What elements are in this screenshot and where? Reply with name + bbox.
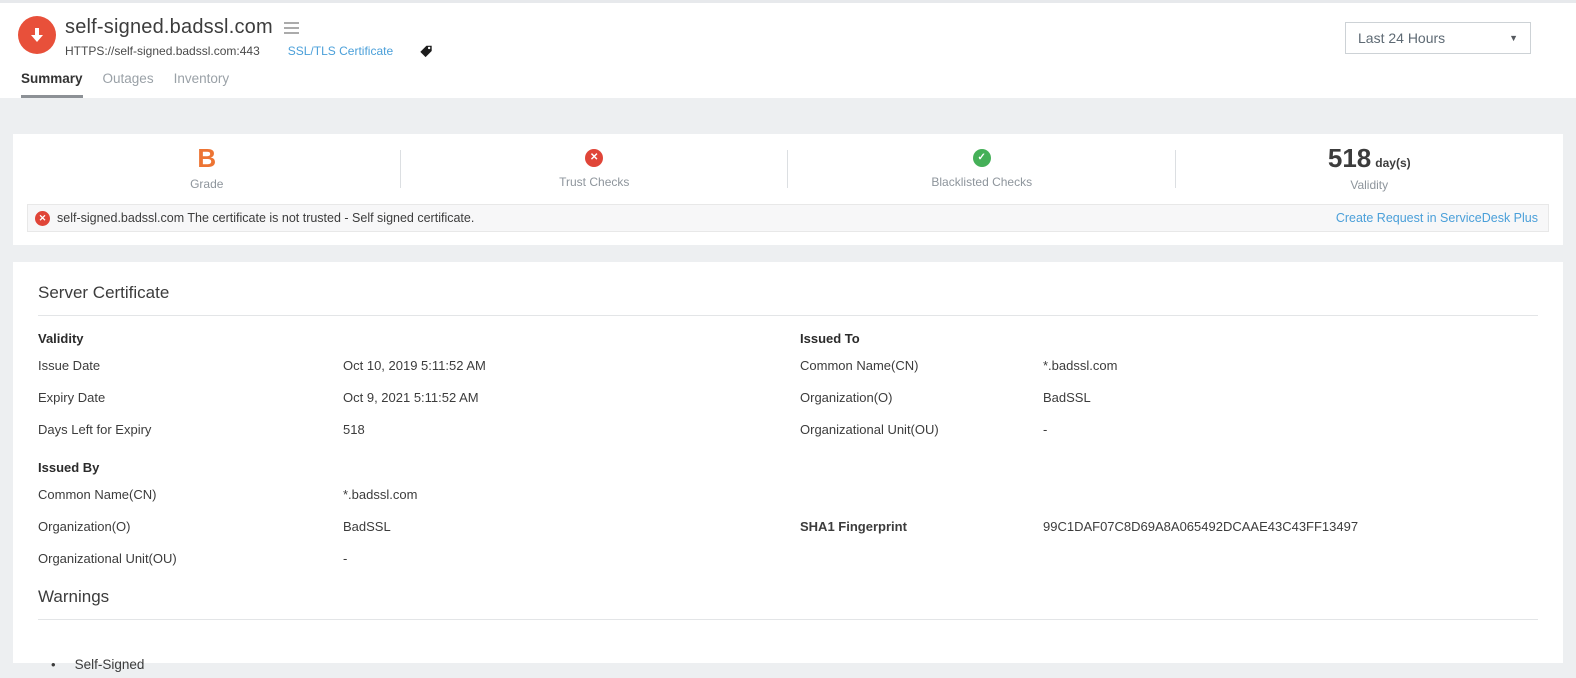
detail-row: Common Name(CN) *.badssl.com [38,478,788,510]
validity-section-title: Validity [38,327,788,349]
tab-summary[interactable]: Summary [21,71,83,98]
detail-label: Issue Date [38,358,343,373]
detail-label: Common Name(CN) [800,358,1043,373]
detail-row: Organization(O) BadSSL [800,381,1538,413]
page-title: self-signed.badssl.com [65,16,273,39]
warning-list-item: • Self-Signed [38,657,1538,672]
detail-value: BadSSL [1043,390,1091,405]
detail-row: Days Left for Expiry 518 [38,413,788,445]
server-certificate-panel: Server Certificate Validity Issue Date O… [13,262,1563,663]
details-right-column: Issued To Common Name(CN) *.badssl.com O… [788,327,1538,574]
warning-text: Self-Signed [75,657,145,672]
sha1-fingerprint-row: SHA1 Fingerprint 99C1DAF07C8D69A8A065492… [800,510,1538,542]
issued-to-section-title: Issued To [800,327,1538,349]
monitor-url: HTTPS://self-signed.badssl.com:443 [65,44,260,58]
validity-label: Validity [1176,178,1564,192]
detail-label: Organization(O) [800,390,1043,405]
monitor-type-link[interactable]: SSL/TLS Certificate [288,44,393,58]
bullet-icon: • [51,657,56,672]
validity-card: 518 day(s) Validity [1176,134,1564,204]
error-circle-icon: ✕ [35,211,50,226]
chevron-down-icon: ▼ [1509,33,1518,43]
down-arrow-icon [28,26,46,44]
time-range-dropdown[interactable]: Last 24 Hours ▼ [1345,22,1531,54]
divider [38,619,1538,620]
check-circle-icon: ✓ [973,149,991,167]
hamburger-menu-icon[interactable] [284,19,299,37]
trust-checks-label: Trust Checks [401,175,789,189]
detail-value: - [343,551,347,566]
validity-value: 518 [1328,143,1371,173]
detail-label: Organizational Unit(OU) [38,551,343,566]
detail-value: - [1043,422,1047,437]
server-certificate-heading: Server Certificate [38,283,1538,303]
trust-checks-card: ✕ Trust Checks [401,134,789,204]
warnings-heading: Warnings [38,587,1538,607]
detail-value: 518 [343,422,365,437]
grade-card: B Grade [13,134,401,204]
tag-icon[interactable] [419,44,433,58]
grade-value: B [13,145,401,171]
time-range-value: Last 24 Hours [1358,30,1445,46]
detail-label: Common Name(CN) [38,487,343,502]
monitor-header: self-signed.badssl.com HTTPS://self-sign… [0,3,1576,98]
summary-cards: B Grade ✕ Trust Checks ✓ Blacklisted Che… [13,134,1563,204]
issued-by-section-title: Issued By [38,456,788,478]
detail-row: Organization(O) BadSSL [38,510,788,542]
detail-label: Organization(O) [38,519,343,534]
detail-value: Oct 10, 2019 5:11:52 AM [343,358,486,373]
alert-message: self-signed.badssl.com The certificate i… [57,211,474,225]
detail-label: Organizational Unit(OU) [800,422,1043,437]
grade-label: Grade [13,177,401,191]
monitor-down-status-icon [18,16,56,54]
detail-row: Organizational Unit(OU) - [800,413,1538,445]
tab-inventory[interactable]: Inventory [174,71,230,98]
validity-unit: day(s) [1375,156,1410,170]
tab-outages[interactable]: Outages [103,71,154,98]
sha1-value: 99C1DAF07C8D69A8A065492DCAAE43C43FF13497 [1043,519,1358,534]
detail-label: Days Left for Expiry [38,422,343,437]
detail-row: Organizational Unit(OU) - [38,542,788,574]
fail-circle-icon: ✕ [585,149,603,167]
tab-bar: Summary Outages Inventory [21,71,229,98]
alert-bar: ✕ self-signed.badssl.com The certificate… [27,204,1549,232]
details-left-column: Validity Issue Date Oct 10, 2019 5:11:52… [38,327,788,574]
create-request-link[interactable]: Create Request in ServiceDesk Plus [1336,211,1538,225]
certificate-details: Validity Issue Date Oct 10, 2019 5:11:52… [38,327,1538,574]
divider [38,315,1538,316]
detail-row: Issue Date Oct 10, 2019 5:11:52 AM [38,349,788,381]
detail-value: *.badssl.com [343,487,417,502]
detail-row: Common Name(CN) *.badssl.com [800,349,1538,381]
detail-value: BadSSL [343,519,391,534]
detail-label: Expiry Date [38,390,343,405]
blacklisted-checks-label: Blacklisted Checks [788,175,1176,189]
detail-value: *.badssl.com [1043,358,1117,373]
blacklisted-checks-card: ✓ Blacklisted Checks [788,134,1176,204]
sha1-label: SHA1 Fingerprint [800,519,1043,534]
detail-value: Oct 9, 2021 5:11:52 AM [343,390,479,405]
detail-row: Expiry Date Oct 9, 2021 5:11:52 AM [38,381,788,413]
summary-panel: B Grade ✕ Trust Checks ✓ Blacklisted Che… [13,134,1563,245]
